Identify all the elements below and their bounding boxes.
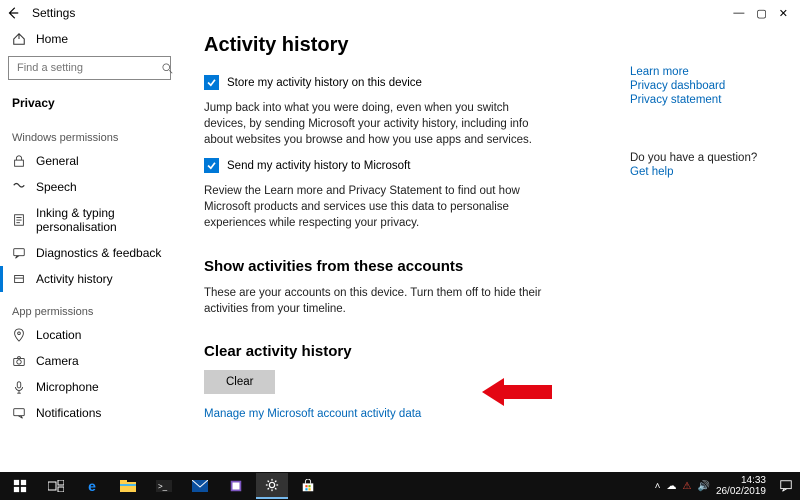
taskbar-mail[interactable] [184, 474, 216, 498]
sidebar-item-notifications[interactable]: Notifications [0, 400, 179, 426]
window-title: Settings [32, 6, 75, 20]
window-restore[interactable]: ▢ [756, 7, 766, 20]
microphone-icon [12, 380, 26, 394]
checkbox-store-history[interactable]: Store my activity history on this device [204, 75, 564, 90]
send-history-description: Review the Learn more and Privacy Statem… [204, 183, 544, 231]
accounts-heading: Show activities from these accounts [204, 258, 564, 275]
search-input-field[interactable] [15, 61, 161, 75]
privacy-statement-link[interactable]: Privacy statement [630, 94, 780, 106]
taskview-button[interactable] [40, 474, 72, 498]
sidebar-group2-label: App permissions [0, 292, 179, 322]
taskbar-terminal[interactable]: >_ [148, 474, 180, 498]
tray-volume-icon[interactable]: 🔊 [697, 481, 709, 492]
checkbox-send-history[interactable]: Send my activity history to Microsoft [204, 158, 564, 173]
taskbar-explorer[interactable] [112, 474, 144, 498]
start-button[interactable] [4, 474, 36, 498]
sidebar-item-label: General [36, 154, 79, 168]
sidebar: Home Privacy Windows permissions General [0, 26, 180, 472]
sidebar-item-camera[interactable]: Camera [0, 348, 179, 374]
accounts-description: These are your accounts on this device. … [204, 285, 544, 317]
sidebar-section-current[interactable]: Privacy [0, 88, 179, 118]
sidebar-item-microphone[interactable]: Microphone [0, 374, 179, 400]
window-close[interactable]: ✕ [779, 7, 788, 20]
location-icon [12, 328, 26, 342]
sidebar-item-label: Inking & typing personalisation [36, 206, 167, 234]
sidebar-item-diagnostics[interactable]: Diagnostics & feedback [0, 240, 179, 266]
sidebar-home[interactable]: Home [0, 26, 179, 52]
privacy-dashboard-link[interactable]: Privacy dashboard [630, 80, 780, 92]
checkbox-icon [204, 158, 219, 173]
store-history-description: Jump back into what you were doing, even… [204, 100, 544, 148]
search-icon [161, 62, 173, 74]
checkbox-label: Store my activity history on this device [227, 77, 422, 89]
activity-icon [12, 272, 26, 286]
notifications-icon [12, 406, 26, 420]
checkbox-label: Send my activity history to Microsoft [227, 160, 410, 172]
sidebar-home-label: Home [36, 32, 68, 46]
sidebar-item-label: Diagnostics & feedback [36, 246, 161, 260]
action-center-button[interactable] [776, 474, 796, 498]
taskbar: e >_ ˄ ☁ ⚠ 🔊 14:33 26/02/2019 [0, 472, 800, 500]
svg-text:>_: >_ [158, 482, 168, 491]
page-title: Activity history [204, 34, 564, 57]
home-icon [12, 32, 26, 46]
inking-icon [12, 213, 26, 227]
taskbar-settings[interactable] [256, 473, 288, 499]
clear-heading: Clear activity history [204, 343, 564, 360]
search-input[interactable] [8, 56, 171, 80]
tray-onedrive-icon[interactable]: ☁ [667, 481, 677, 492]
tray-network-icon[interactable]: ⚠ [683, 481, 692, 492]
checkbox-icon [204, 75, 219, 90]
back-icon[interactable] [6, 6, 20, 20]
sidebar-item-activity-history[interactable]: Activity history [0, 266, 179, 292]
clear-button[interactable]: Clear [204, 370, 275, 394]
sidebar-item-label: Speech [36, 180, 77, 194]
taskbar-time: 14:33 [716, 475, 766, 486]
sidebar-item-label: Activity history [36, 272, 113, 286]
sidebar-item-speech[interactable]: Speech [0, 174, 179, 200]
window-minimize[interactable]: — [733, 7, 744, 20]
question-label: Do you have a question? [630, 152, 780, 164]
get-help-link[interactable]: Get help [630, 166, 780, 178]
camera-icon [12, 354, 26, 368]
taskbar-store[interactable] [292, 474, 324, 498]
taskbar-notes[interactable] [220, 474, 252, 498]
taskbar-clock[interactable]: 14:33 26/02/2019 [716, 475, 770, 497]
tray-chevron-icon[interactable]: ˄ [655, 481, 661, 492]
speech-icon [12, 180, 26, 194]
feedback-icon [12, 246, 26, 260]
sidebar-item-label: Camera [36, 354, 79, 368]
sidebar-item-label: Location [36, 328, 81, 342]
sidebar-item-label: Notifications [36, 406, 101, 420]
sidebar-item-general[interactable]: General [0, 148, 179, 174]
taskbar-edge[interactable]: e [76, 474, 108, 498]
learn-more-link[interactable]: Learn more [630, 66, 780, 78]
lock-icon [12, 154, 26, 168]
sidebar-item-label: Microphone [36, 380, 99, 394]
system-tray[interactable]: ˄ ☁ ⚠ 🔊 14:33 26/02/2019 [655, 474, 796, 498]
sidebar-item-location[interactable]: Location [0, 322, 179, 348]
taskbar-date: 26/02/2019 [716, 486, 766, 497]
sidebar-group1-label: Windows permissions [0, 118, 179, 148]
sidebar-item-inking[interactable]: Inking & typing personalisation [0, 200, 179, 240]
annotation-arrow [482, 374, 552, 410]
